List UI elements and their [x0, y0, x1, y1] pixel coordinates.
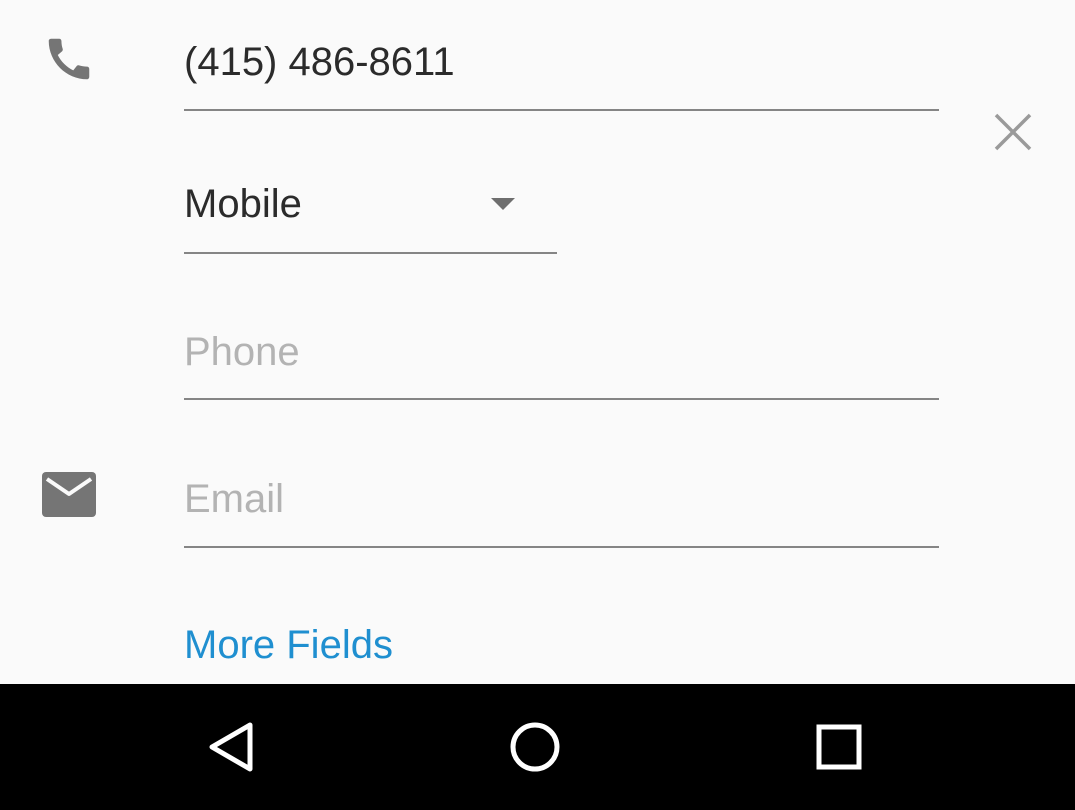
contact-edit-form: Mobile More Fields	[0, 0, 1075, 684]
phone-number-field[interactable]	[184, 32, 939, 111]
phone-icon	[48, 38, 90, 80]
email-input[interactable]	[184, 469, 939, 529]
phone-field-empty[interactable]	[184, 320, 939, 400]
home-icon[interactable]	[490, 702, 580, 792]
back-icon[interactable]	[188, 702, 278, 792]
email-icon	[42, 472, 96, 517]
system-navigation-bar	[0, 684, 1075, 810]
phone-input[interactable]	[184, 322, 939, 382]
more-fields-link[interactable]: More Fields	[184, 620, 393, 670]
phone-number-input[interactable]	[184, 32, 939, 92]
close-icon[interactable]	[988, 107, 1038, 157]
phone-type-label: Mobile	[184, 182, 302, 226]
recents-icon[interactable]	[794, 702, 884, 792]
phone-type-dropdown[interactable]: Mobile	[184, 172, 557, 254]
caret-down-icon	[491, 198, 515, 210]
email-field[interactable]	[184, 467, 939, 548]
